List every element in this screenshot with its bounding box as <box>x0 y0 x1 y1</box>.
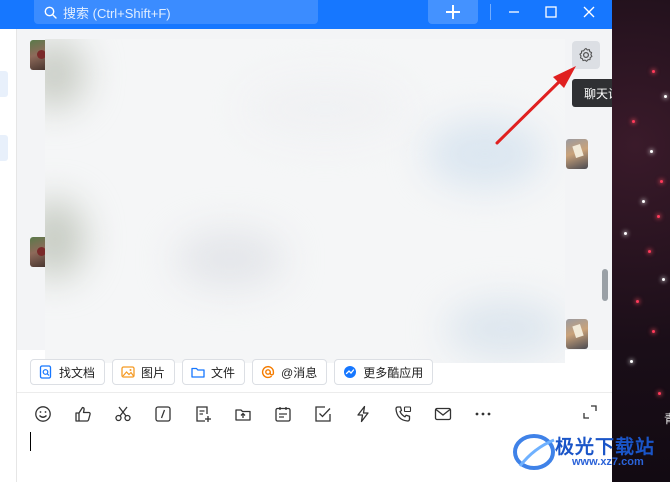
urgent-button[interactable] <box>344 404 384 424</box>
todo-button[interactable] <box>304 404 344 424</box>
quick-actions-bar: 找文档 图片 文件 @消息 更多酷应用 <box>30 359 434 385</box>
scissors-icon <box>115 406 131 422</box>
new-doc-button[interactable] <box>184 404 224 424</box>
image-label: 图片 <box>141 365 166 380</box>
expand-icon[interactable] <box>582 404 598 420</box>
titlebar-divider <box>490 4 491 20</box>
desktop-background <box>612 0 670 482</box>
watermark-url: www.xz7.com <box>572 456 644 468</box>
more-icon <box>475 412 491 416</box>
avatar[interactable] <box>566 139 588 169</box>
conversation-item-edge[interactable] <box>0 71 8 97</box>
doc-search-icon <box>39 365 53 379</box>
find-doc-label: 找文档 <box>59 365 96 380</box>
schedule-button[interactable] <box>264 404 304 424</box>
like-button[interactable] <box>64 404 104 424</box>
at-icon <box>261 365 275 379</box>
screenshot-button[interactable] <box>104 404 144 424</box>
minimize-icon <box>509 11 519 13</box>
more-apps-button[interactable]: 更多酷应用 <box>334 359 434 385</box>
file-label: 文件 <box>211 365 236 380</box>
plus-icon <box>446 5 460 19</box>
more-button[interactable] <box>464 404 504 424</box>
folder-icon <box>191 365 205 379</box>
call-button[interactable] <box>384 404 424 424</box>
maximize-button[interactable] <box>534 0 568 24</box>
background-text: 青 <box>664 410 670 427</box>
search-placeholder: 搜索 (Ctrl+Shift+F) <box>63 5 171 21</box>
emoji-icon <box>35 406 51 422</box>
add-button[interactable] <box>428 0 478 24</box>
todo-check-icon <box>315 406 331 422</box>
calendar-icon <box>275 407 291 422</box>
at-message-button[interactable]: @消息 <box>252 359 328 385</box>
command-button[interactable] <box>144 404 184 424</box>
thumbs-up-icon <box>75 406 91 422</box>
minimize-button[interactable] <box>497 0 531 24</box>
phone-icon <box>395 406 412 422</box>
apps-icon <box>343 365 357 379</box>
search-input[interactable]: 搜索 (Ctrl+Shift+F) <box>34 0 318 24</box>
slash-command-icon <box>155 406 171 422</box>
find-doc-button[interactable]: 找文档 <box>30 359 106 385</box>
title-bar: 搜索 (Ctrl+Shift+F) <box>0 0 612 29</box>
maximize-icon <box>545 6 557 18</box>
blurred-messages <box>45 39 565 363</box>
image-button[interactable]: 图片 <box>112 359 176 385</box>
conversation-list-edge <box>0 29 17 482</box>
conversation-item-edge[interactable] <box>0 135 8 161</box>
input-toolbar <box>24 404 504 424</box>
upload-icon <box>235 409 251 421</box>
mail-icon <box>434 407 452 421</box>
close-icon <box>583 6 595 18</box>
lightning-icon <box>357 405 369 423</box>
more-apps-label: 更多酷应用 <box>363 365 424 380</box>
gear-icon <box>579 47 593 62</box>
avatar[interactable] <box>566 319 588 349</box>
close-button[interactable] <box>572 0 606 24</box>
mail-button[interactable] <box>424 404 464 424</box>
at-message-label: @消息 <box>281 365 318 380</box>
watermark-text: 极光下载站 <box>555 437 656 458</box>
image-icon <box>121 365 135 379</box>
emoji-button[interactable] <box>24 404 64 424</box>
chat-settings-button[interactable] <box>572 41 600 69</box>
upload-button[interactable] <box>224 404 264 424</box>
new-doc-icon <box>196 406 211 422</box>
file-button[interactable]: 文件 <box>182 359 246 385</box>
search-icon <box>44 6 57 19</box>
text-cursor <box>30 432 31 451</box>
chat-scrollbar[interactable] <box>602 269 608 301</box>
